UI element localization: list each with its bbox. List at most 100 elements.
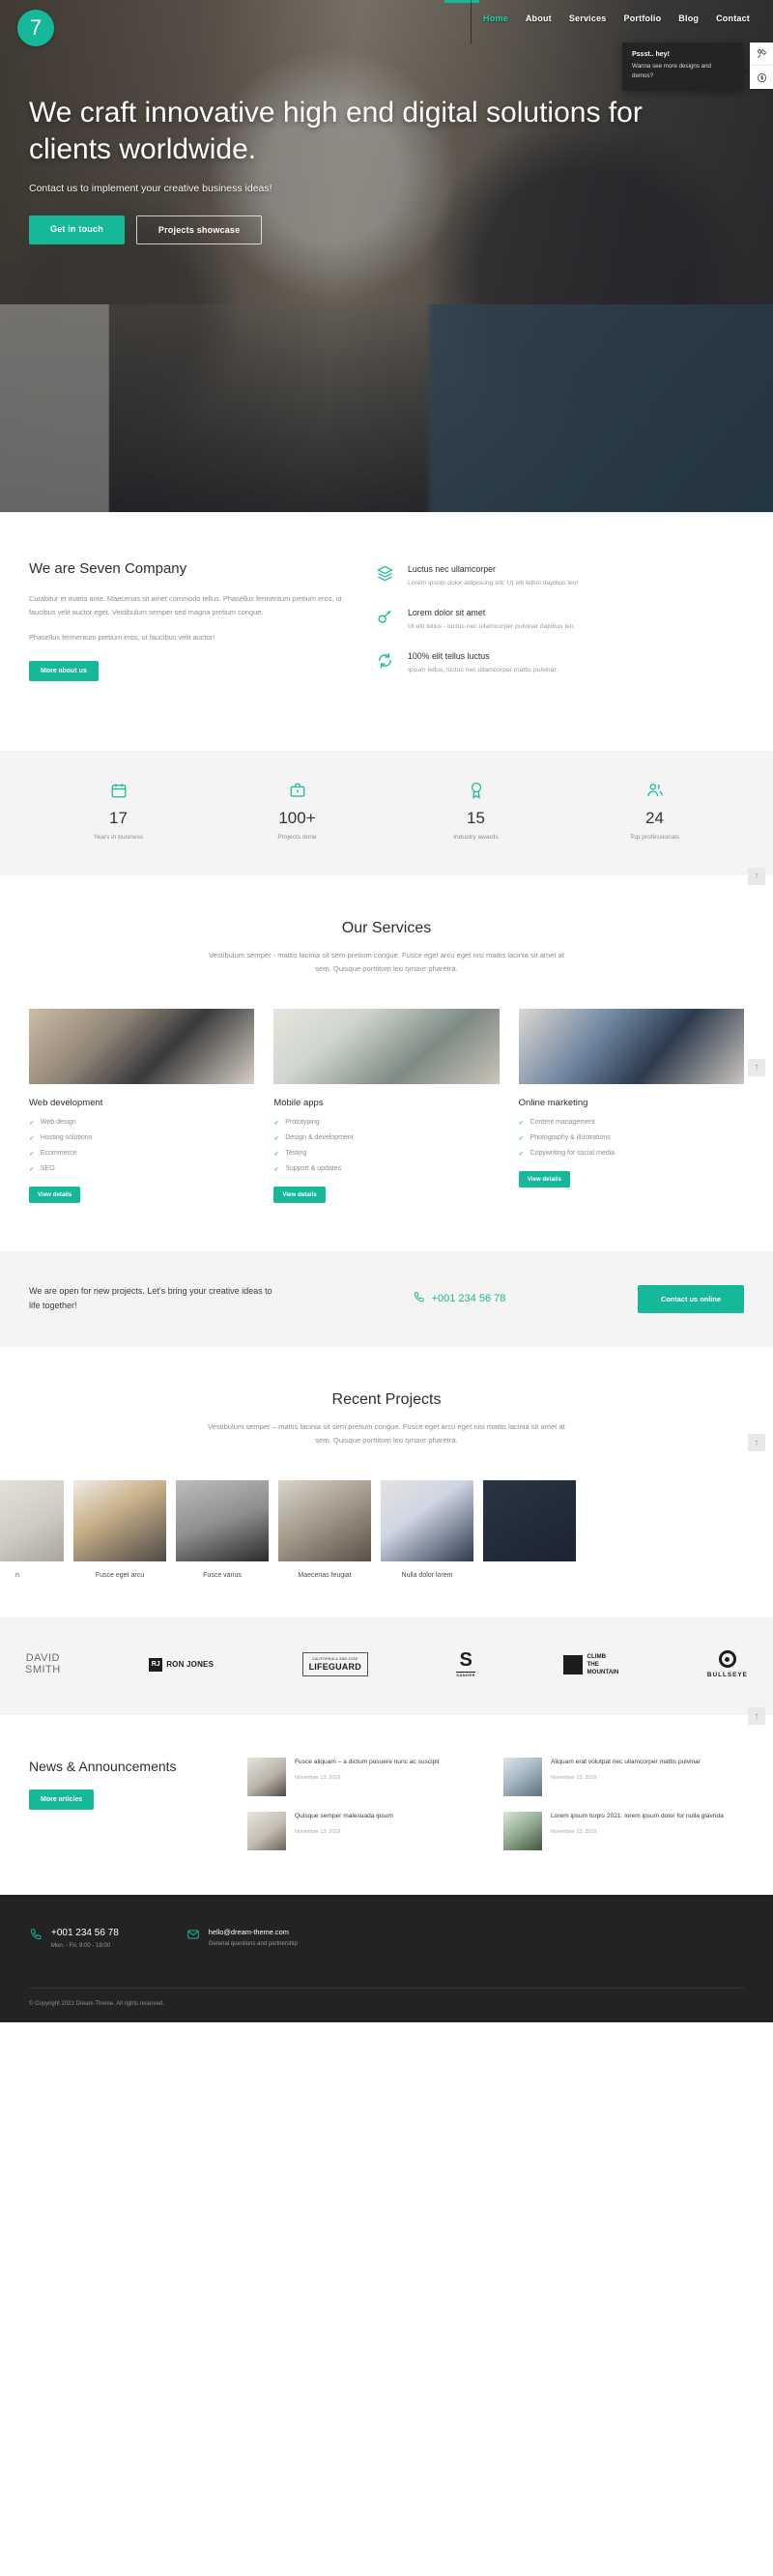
view-details-button[interactable]: View details <box>273 1186 326 1203</box>
calendar-icon <box>29 782 208 803</box>
list-item: ✓ Prototyping <box>273 1119 499 1127</box>
view-details-button[interactable]: View details <box>518 1170 570 1188</box>
client-logo-sander[interactable]: S SANDER <box>456 1650 476 1677</box>
project-image <box>483 1480 576 1562</box>
nav-item-services[interactable]: Services <box>569 14 607 23</box>
client-logo-badge: RJ <box>149 1657 163 1672</box>
service-title: Web development <box>29 1097 103 1108</box>
list-item: ✓ Web design <box>29 1119 254 1127</box>
about-features-list: Luctus nec ullamcorper Lorem ipsum dolor… <box>377 560 744 695</box>
project-item[interactable]: Fusce varius <box>176 1480 269 1579</box>
projects-showcase-button[interactable]: Projects showcase <box>135 215 263 244</box>
service-feature: Web design <box>40 1119 76 1127</box>
key-icon <box>377 608 396 633</box>
project-name: n <box>15 1572 19 1580</box>
project-item[interactable]: Fusce eget arcu <box>73 1480 166 1579</box>
project-image <box>278 1480 371 1562</box>
footer-phone-block[interactable]: +001 234 56 78 Mon. - Fri. 9:00 - 19:00 <box>29 1928 119 1949</box>
nav-item-about[interactable]: About <box>526 14 552 23</box>
client-logo-david-smith[interactable]: DAVID SMITH <box>25 1653 61 1675</box>
nav-item-contact[interactable]: Contact <box>716 14 750 23</box>
client-logo-label: BULLSEYE <box>706 1672 748 1679</box>
stats-section: 17 Years in business 100+ Projects done … <box>0 750 773 885</box>
project-item[interactable]: Nulla dolor lorem <box>381 1480 473 1579</box>
hero-title: We craft innovative high end digital sol… <box>29 97 643 166</box>
news-title: News & Announcements <box>29 1759 177 1775</box>
check-icon: ✓ <box>29 1134 35 1142</box>
nav-item-portfolio[interactable]: Portfolio <box>624 14 662 23</box>
service-feature-list: ✓ Content management ✓ Photography & illus… <box>519 1119 744 1158</box>
site-footer: +001 234 56 78 Mon. - Fri. 9:00 - 19:00 … <box>0 1895 773 2023</box>
service-card[interactable]: Web development ✓ Web design ✓ Hosting sol… <box>29 1008 255 1203</box>
feature-text: Lorem ipsum dolor adipiscing elit. Ut el… <box>408 580 579 587</box>
services-header: Our Services Vestibulum semper - mattis … <box>29 920 744 976</box>
scroll-to-top-button[interactable]: ↑ <box>748 1434 765 1452</box>
project-item[interactable] <box>483 1480 576 1579</box>
view-details-button[interactable]: View details <box>29 1186 81 1203</box>
news-section: News & Announcements More articles Fusce… <box>0 1715 773 1895</box>
footer-email-block[interactable]: hello@dream-theme.com General questions … <box>186 1928 298 1949</box>
service-feature: Testing <box>285 1150 307 1158</box>
cta-text: We are open for new projects. Let's brin… <box>29 1285 272 1311</box>
about-paragraph-1: Curabitur et mattis ante. Maecenas sit a… <box>29 594 342 617</box>
cta-phone[interactable]: +001 234 56 78 <box>300 1291 618 1306</box>
footer-phone[interactable]: +001 234 56 78 <box>51 1928 119 1938</box>
list-item: ✓ Ecommerce <box>29 1150 254 1158</box>
projects-carousel[interactable]: n Fusce eget arcu Fusce varius Maecenas … <box>0 1480 773 1579</box>
promo-tooltip: Pssst.. hey! Wanna see more designs and … <box>622 43 748 92</box>
side-toolbar[interactable] <box>750 43 773 89</box>
stat-number: 15 <box>467 808 485 827</box>
news-left-column: News & Announcements More articles <box>29 1758 222 1850</box>
more-articles-button[interactable]: More articles <box>29 1789 95 1811</box>
briefcase-icon <box>208 782 386 803</box>
list-item: ✓ Testing <box>273 1150 499 1158</box>
check-icon: ✓ <box>29 1150 35 1158</box>
client-logo-ron-jones[interactable]: RJ RON JONES <box>149 1657 214 1672</box>
service-feature: Copywriting for social media <box>530 1150 616 1158</box>
check-icon: ✓ <box>29 1119 35 1127</box>
main-navigation[interactable]: Home About Services Portfolio Blog Conta… <box>483 14 750 23</box>
news-post[interactable]: Quisque semper malesuada ipsum November … <box>247 1812 488 1851</box>
stat-item: 24 Top professionals <box>565 782 744 841</box>
scroll-to-top-button[interactable]: ↑ <box>748 1058 765 1076</box>
more-about-us-button[interactable]: More about us <box>29 661 99 682</box>
get-in-touch-button[interactable]: Get in touch <box>29 215 125 244</box>
phone-icon <box>413 1291 425 1306</box>
client-logo-lifeguard[interactable]: CALIFORNIA & SAN JOSE LIFEGUARD <box>301 1652 368 1677</box>
check-icon: ✓ <box>29 1165 35 1173</box>
header-divider <box>471 0 472 44</box>
news-post[interactable]: Aliquam erat volutpat nec ullamcorper ma… <box>503 1758 744 1797</box>
client-logo-climb-the-mountain[interactable]: CLIMB THE MOUNTAIN <box>563 1653 618 1675</box>
project-item[interactable]: Maecenas feugiat <box>278 1480 371 1579</box>
service-card[interactable]: Online marketing ✓ Content management ✓ Ph… <box>518 1008 744 1203</box>
stat-item: 17 Years in business <box>29 782 208 841</box>
news-post[interactable]: Lorem ipsum turpis 2021: lorem ipsum dol… <box>503 1812 744 1851</box>
list-item: ✓ Support & updates <box>273 1165 499 1173</box>
footer-email[interactable]: hello@dream-theme.com <box>209 1928 298 1936</box>
service-feature: Content management <box>530 1119 595 1127</box>
client-logo-line-3: MOUNTAIN <box>587 1668 619 1675</box>
cta-phone-number[interactable]: +001 234 56 78 <box>432 1293 506 1304</box>
client-logo-bullseye[interactable]: BULLSEYE <box>707 1650 748 1678</box>
cta-banner: We are open for new projects. Let's brin… <box>0 1250 773 1348</box>
footer-hours: Mon. - Fri. 9:00 - 19:00 <box>51 1943 111 1950</box>
news-post-title: Quisque semper malesuada ipsum <box>295 1813 393 1820</box>
projects-subtitle: Vestibulum semper – mattis lacinia sit s… <box>208 1422 565 1445</box>
service-feature: Support & updates <box>285 1165 342 1173</box>
client-logo-line-1: CLIMB <box>587 1653 607 1661</box>
project-item[interactable]: n <box>0 1480 64 1579</box>
news-post[interactable]: Fusce aliquam – a dictum posuere nunc ac… <box>247 1758 488 1797</box>
about-left-column: We are Seven Company Curabitur et mattis… <box>29 560 348 695</box>
dollar-icon[interactable] <box>750 66 773 89</box>
feature-text: Ipsum tellus, luctus nec ullamcorper mat… <box>408 666 558 673</box>
nav-item-home[interactable]: Home <box>483 14 508 23</box>
about-title: We are Seven Company <box>29 560 187 577</box>
site-logo[interactable]: 7 <box>17 10 54 46</box>
tools-icon[interactable] <box>750 43 773 66</box>
list-item: ✓ SEO <box>29 1165 254 1173</box>
contact-us-online-button[interactable]: Contact us online <box>637 1284 744 1313</box>
scroll-to-top-button[interactable]: ↑ <box>748 1707 765 1726</box>
service-card[interactable]: Mobile apps ✓ Prototyping ✓ Design & devel… <box>273 1008 500 1203</box>
nav-item-blog[interactable]: Blog <box>678 14 699 23</box>
list-item: ✓ Content management <box>519 1119 744 1127</box>
